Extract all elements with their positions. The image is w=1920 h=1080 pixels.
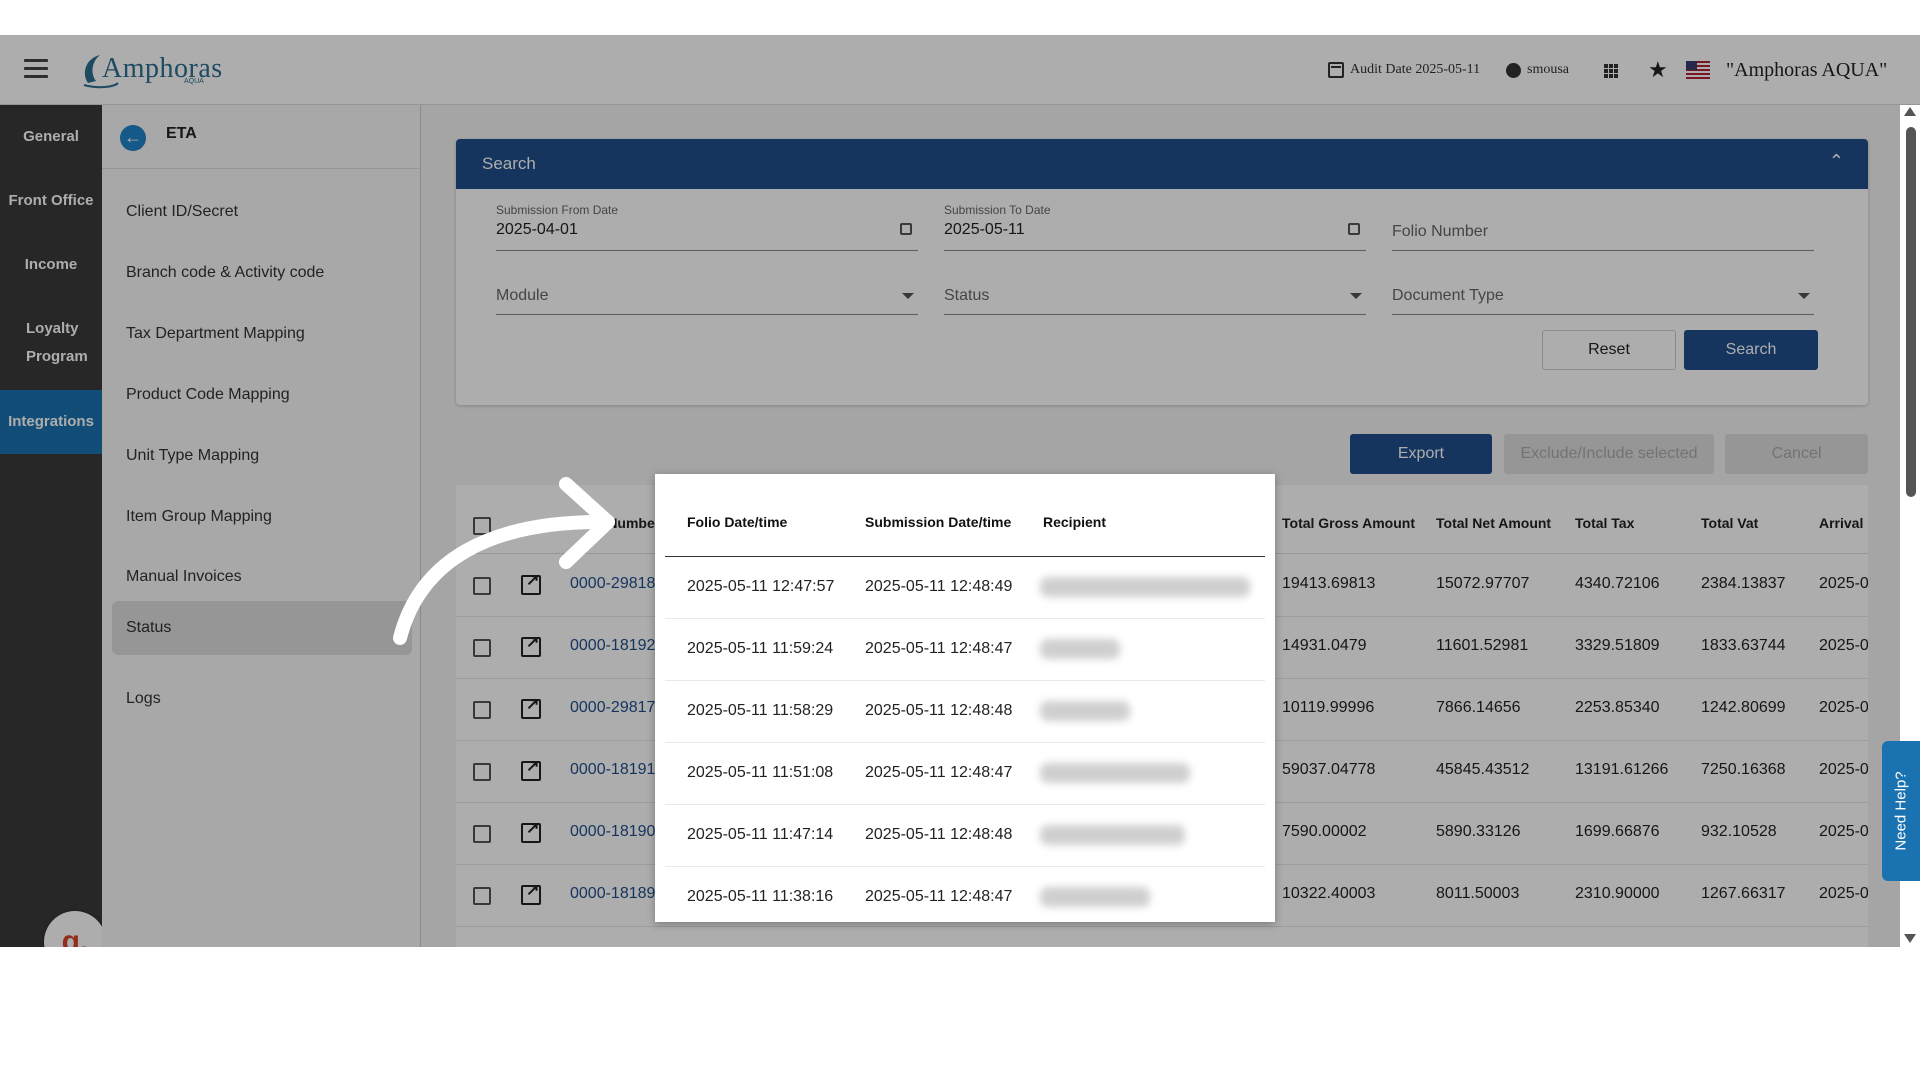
folio-datetime-cell: 2025-05-11 12:47:57 <box>687 578 835 595</box>
recipient-redacted <box>1040 577 1250 597</box>
submission-datetime-cell: 2025-05-11 12:48:47 <box>865 764 1013 781</box>
pointer-arrow-icon <box>393 477 615 645</box>
folio-datetime-cell: 2025-05-11 11:51:08 <box>687 764 834 781</box>
scroll-down-icon[interactable] <box>1904 934 1916 943</box>
zoom-row: 2025-05-11 11:47:14 2025-05-11 12:48:48 <box>665 805 1265 867</box>
folio-datetime-cell: 2025-05-11 11:59:24 <box>687 640 834 657</box>
recipient-redacted <box>1040 701 1130 721</box>
need-help-tab[interactable]: Need Help? <box>1882 741 1920 881</box>
zoomed-columns-panel: Folio Date/time Submission Date/time Rec… <box>655 474 1275 922</box>
submission-datetime-cell: 2025-05-11 12:48:48 <box>865 826 1013 843</box>
zoom-row: 2025-05-11 11:58:29 2025-05-11 12:48:48 <box>665 681 1265 743</box>
zoom-header-recipient: Recipient <box>1043 514 1107 530</box>
zoom-row: 2025-05-11 11:59:24 2025-05-11 12:48:47 <box>665 619 1265 681</box>
recipient-redacted <box>1040 825 1185 845</box>
zoom-header-submission-datetime: Submission Date/time <box>865 514 1012 530</box>
need-help-label: Need Help? <box>1892 771 1910 851</box>
submission-datetime-cell: 2025-05-11 12:48:47 <box>865 888 1013 905</box>
submission-datetime-cell: 2025-05-11 12:48:49 <box>865 578 1013 595</box>
zoom-header-folio-datetime: Folio Date/time <box>687 514 788 530</box>
scrollbar-thumb[interactable] <box>1906 127 1916 497</box>
zoom-row: 2025-05-11 11:51:08 2025-05-11 12:48:47 <box>665 743 1265 805</box>
folio-datetime-cell: 2025-05-11 11:47:14 <box>687 826 834 843</box>
scroll-up-icon[interactable] <box>1904 107 1916 116</box>
recipient-redacted <box>1040 639 1120 659</box>
submission-datetime-cell: 2025-05-11 12:48:48 <box>865 702 1013 719</box>
folio-datetime-cell: 2025-05-11 11:58:29 <box>687 702 834 719</box>
recipient-redacted <box>1040 887 1150 907</box>
zoom-row: 2025-05-11 12:47:57 2025-05-11 12:48:49 <box>665 557 1265 619</box>
recipient-redacted <box>1040 763 1190 783</box>
zoom-row: 2025-05-11 11:38:16 2025-05-11 12:48:47 <box>665 867 1265 922</box>
folio-datetime-cell: 2025-05-11 11:38:16 <box>687 888 834 905</box>
screenshot-stage: Amphoras AQUA Audit Date 2025-05-11 smou… <box>0 0 1920 1080</box>
submission-datetime-cell: 2025-05-11 12:48:47 <box>865 640 1013 657</box>
